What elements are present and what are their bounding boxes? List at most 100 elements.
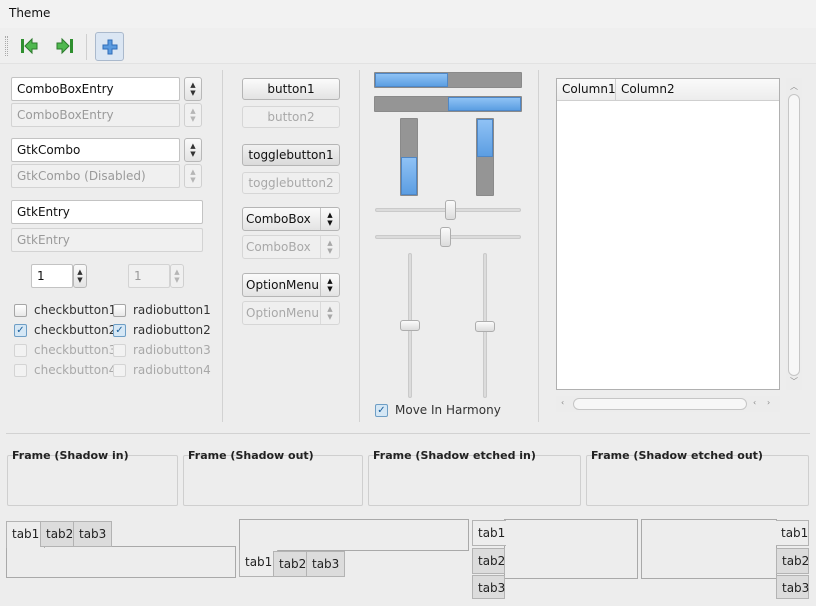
move-in-harmony-checkbox[interactable]: ✓ xyxy=(375,404,388,417)
frame-shadow-etched-in-label: Frame (Shadow etched in) xyxy=(373,449,536,462)
column-separator-2 xyxy=(359,70,360,422)
togglebutton1[interactable]: togglebutton1 xyxy=(242,144,340,166)
frame-shadow-out xyxy=(183,455,363,506)
frame-shadow-in xyxy=(7,455,178,506)
notebook-left-tab2[interactable]: tab2 xyxy=(472,548,505,574)
scroll-up-icon[interactable]: ︿ xyxy=(790,81,798,92)
checkbutton2-label[interactable]: checkbutton2 xyxy=(34,323,116,337)
notebook-top-tab3[interactable]: tab3 xyxy=(73,521,113,547)
toolbar-grip[interactable] xyxy=(5,36,8,56)
option-menu-disabled: OptionMenu ▲ ▼ xyxy=(242,301,340,325)
checkbutton4-box xyxy=(14,364,27,377)
notebook-left-tab3[interactable]: tab3 xyxy=(472,575,505,599)
scroll-right-icon[interactable]: › xyxy=(767,398,770,407)
scroll-left-icon[interactable]: ‹ xyxy=(561,398,564,407)
progress-bar-2 xyxy=(374,96,522,112)
progress-bar-vertical-2-fill xyxy=(477,119,493,157)
combobox-arrows-icon: ▲ ▼ xyxy=(320,208,339,230)
togglebutton2: togglebutton2 xyxy=(242,172,340,194)
hscale-1-thumb[interactable] xyxy=(445,200,456,220)
progress-bar-vertical-2 xyxy=(476,118,494,196)
column-separator xyxy=(222,70,223,422)
column-separator-3 xyxy=(538,70,539,422)
option-menu[interactable]: OptionMenu ▲ ▼ xyxy=(242,273,340,297)
notebook-left-tab1[interactable]: tab1 xyxy=(472,520,506,546)
go-first-icon xyxy=(21,37,38,55)
radiobutton1-label[interactable]: radiobutton1 xyxy=(133,303,211,317)
radiobutton2-box[interactable]: ✓ xyxy=(113,324,126,337)
go-last-button[interactable] xyxy=(52,33,78,59)
column2-header[interactable]: Column2 xyxy=(615,79,779,101)
combobox-disabled-arrows-icon: ▲ ▼ xyxy=(320,236,339,258)
horizontal-scrollbar[interactable]: ‹ ‹ › xyxy=(556,396,780,412)
add-icon xyxy=(102,39,117,54)
add-button[interactable] xyxy=(95,32,124,61)
scroll-left-icon-2[interactable]: ‹ xyxy=(753,398,756,407)
checkbutton3-box xyxy=(14,344,27,357)
vscale-2-thumb[interactable] xyxy=(475,320,495,332)
spin-button-input[interactable]: 1 xyxy=(31,264,73,288)
notebook-right-tab1[interactable]: tab1 xyxy=(776,520,809,546)
vscale-1-thumb[interactable] xyxy=(400,319,420,331)
checkbutton1-label[interactable]: checkbutton1 xyxy=(34,303,116,317)
combobox-disabled-label: ComboBox xyxy=(246,240,311,254)
checkbutton2-box[interactable]: ✓ xyxy=(14,324,27,337)
column1-header[interactable]: Column1 xyxy=(557,79,616,101)
button1[interactable]: button1 xyxy=(242,78,340,100)
frame-shadow-etched-in xyxy=(368,455,581,506)
go-first-button[interactable] xyxy=(16,33,42,59)
window-title: Theme xyxy=(9,6,51,20)
combobox-label: ComboBox xyxy=(246,212,311,226)
checkbutton3-label: checkbutton3 xyxy=(34,343,117,357)
gtk-combo-disabled-button: ▲ ▼ xyxy=(184,164,202,188)
progress-bar-1-fill xyxy=(375,73,448,87)
spin-button-disabled-input: 1 xyxy=(128,264,170,288)
notebook-bottom-tab3[interactable]: tab3 xyxy=(306,551,346,577)
spin-button-arrows[interactable]: ▲ ▼ xyxy=(73,264,87,288)
option-menu-arrows-icon: ▲ ▼ xyxy=(320,274,339,296)
notebook-right-tab2[interactable]: tab2 xyxy=(776,548,809,574)
frame-shadow-etched-out-label: Frame (Shadow etched out) xyxy=(591,449,763,462)
radiobutton4-box xyxy=(113,364,126,377)
combobox[interactable]: ComboBox ▲ ▼ xyxy=(242,207,340,231)
checkbutton4-label: checkbutton4 xyxy=(34,363,117,377)
spin-button-disabled-arrows: ▲ ▼ xyxy=(170,264,184,288)
radiobutton3-box xyxy=(113,344,126,357)
button2: button2 xyxy=(242,106,340,128)
radiobutton1-box[interactable] xyxy=(113,304,126,317)
title-bar xyxy=(0,0,816,28)
progress-bar-vertical-1-fill xyxy=(401,157,417,195)
notebook-top-pane xyxy=(6,546,236,578)
option-menu-label: OptionMenu xyxy=(246,278,319,292)
progress-bar-2-fill xyxy=(448,97,521,111)
combo-box-entry-input[interactable]: ComboBoxEntry xyxy=(11,77,180,101)
gtk-combo-button[interactable]: ▲ ▼ xyxy=(184,138,202,162)
frame-shadow-out-label: Frame (Shadow out) xyxy=(188,449,314,462)
gtk-combo-input[interactable]: GtkCombo xyxy=(11,138,180,162)
vertical-scrollbar[interactable]: ︿ ﹀ xyxy=(786,78,802,390)
combobox-disabled: ComboBox ▲ ▼ xyxy=(242,235,340,259)
option-menu-disabled-arrows-icon: ▲ ▼ xyxy=(320,302,339,324)
combo-box-entry-disabled-input: ComboBoxEntry xyxy=(11,103,180,127)
gtk-entry-disabled-input: GtkEntry xyxy=(11,228,203,252)
tree-view[interactable]: Column1 Column2 xyxy=(556,78,780,390)
move-in-harmony-label[interactable]: Move In Harmony xyxy=(395,403,501,417)
notebook-right-tab3[interactable]: tab3 xyxy=(776,575,809,599)
radiobutton2-label[interactable]: radiobutton2 xyxy=(133,323,211,337)
combo-box-entry-disabled-button: ▲ ▼ xyxy=(184,103,202,127)
option-menu-disabled-label: OptionMenu xyxy=(246,306,319,320)
gtk-combo-disabled-input: GtkCombo (Disabled) xyxy=(11,164,180,188)
toolbar-separator xyxy=(86,34,87,60)
checkbutton1-box[interactable] xyxy=(14,304,27,317)
scroll-down-icon[interactable]: ﹀ xyxy=(790,376,798,387)
radiobutton3-label: radiobutton3 xyxy=(133,343,211,357)
horizontal-scroll-thumb[interactable] xyxy=(573,398,747,410)
hscale-2-thumb[interactable] xyxy=(440,227,451,247)
gtk-entry-input[interactable]: GtkEntry xyxy=(11,200,203,224)
vertical-scroll-thumb[interactable] xyxy=(788,94,800,376)
frame-shadow-etched-out xyxy=(586,455,809,506)
combo-box-entry-button[interactable]: ▲ ▼ xyxy=(184,77,202,101)
progress-bar-vertical-1 xyxy=(400,118,418,196)
progress-bar-1 xyxy=(374,72,522,88)
notebook-left-pane xyxy=(504,519,638,579)
